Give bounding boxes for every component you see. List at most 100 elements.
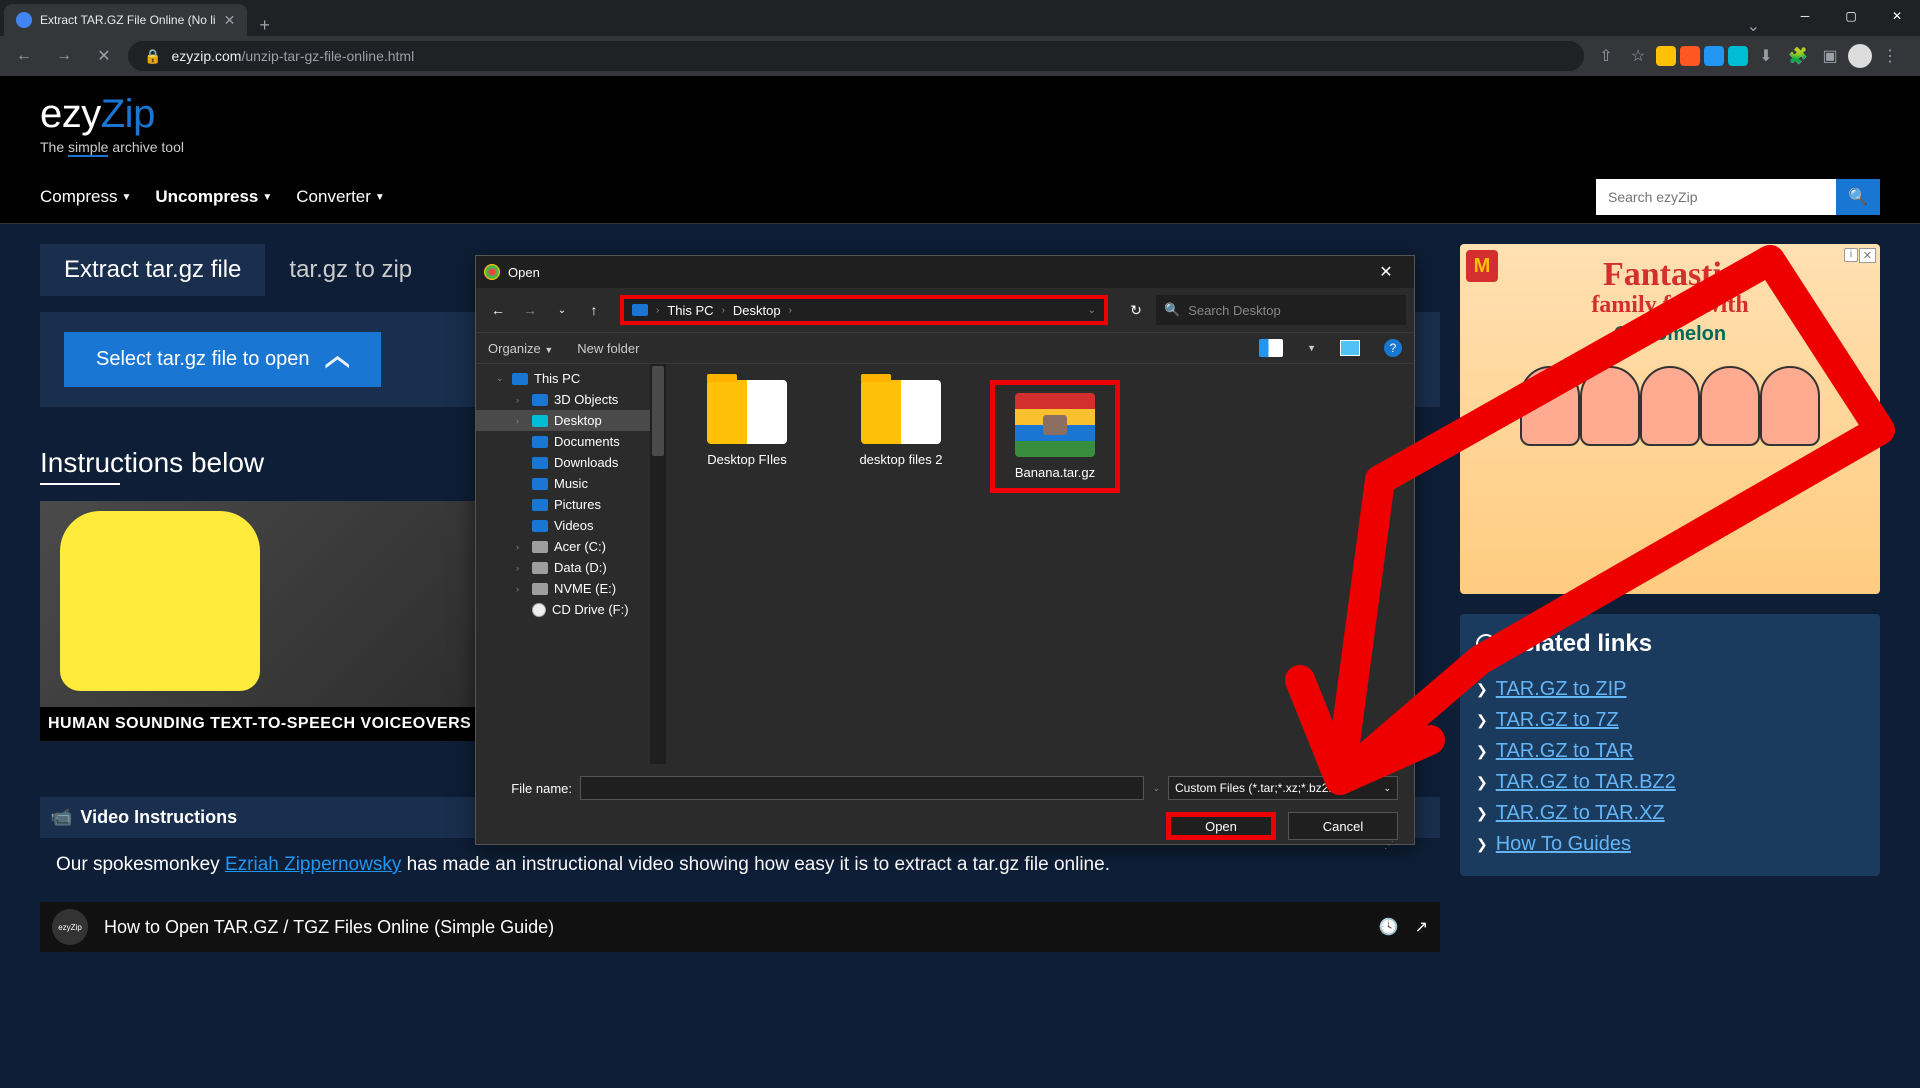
nav-uncompress[interactable]: Uncompress▼ [155,187,272,207]
preview-pane-button[interactable] [1340,340,1360,356]
extension-1-icon[interactable] [1656,46,1676,66]
dialog-back-button[interactable]: ← [484,296,512,324]
file-open-dialog: Open ✕ ← → ⌄ ↑ › This PC › Desktop › ⌄ ↻… [475,255,1415,845]
extension-2-icon[interactable] [1680,46,1700,66]
related-link[interactable]: TAR.GZ to TAR.XZ [1496,802,1665,825]
organize-menu[interactable]: Organize ▼ [488,341,553,356]
dialog-titlebar[interactable]: Open ✕ [476,256,1414,288]
pc-icon [512,373,528,385]
link-icon [1476,634,1496,654]
dialog-close-button[interactable]: ✕ [1366,262,1406,282]
folder-icon [861,380,941,444]
search-button[interactable]: 🔍 [1836,179,1880,215]
tree-scrollbar[interactable] [650,364,666,764]
tree-item[interactable]: Downloads [476,452,666,473]
disk-icon [532,541,548,553]
back-button[interactable]: ← [8,40,40,72]
ad-video-banner[interactable]: HUMAN SOUNDING TEXT-TO-SPEECH VOICEOVERS [40,501,520,741]
chevron-right-icon: ❯ [1476,743,1488,760]
folder-icon [532,520,548,532]
related-link[interactable]: TAR.GZ to TAR [1496,740,1634,763]
upload-icon [325,351,349,369]
share-icon[interactable]: ⇧ [1592,42,1620,70]
refresh-button[interactable]: ↻ [1120,302,1152,319]
sidepanel-icon[interactable]: ▣ [1816,42,1844,70]
minimize-btn[interactable]: ─ [1782,0,1828,32]
breadcrumb-bar[interactable]: › This PC › Desktop › ⌄ [620,295,1108,325]
tree-this-pc[interactable]: ⌄This PC [476,368,666,389]
tree-item[interactable]: Videos [476,515,666,536]
extension-3-icon[interactable] [1704,46,1724,66]
new-tab-button[interactable]: + [247,15,282,36]
file-list[interactable]: Desktop FIles desktop files 2 Banana.tar… [666,364,1414,764]
tree-item[interactable]: Pictures [476,494,666,515]
tab-tozip[interactable]: tar.gz to zip [265,244,436,296]
stop-button[interactable]: ✕ [88,40,120,72]
ad-info-icon[interactable]: i [1844,248,1858,262]
filename-input[interactable] [580,776,1144,800]
dialog-up-button[interactable]: ↑ [580,296,608,324]
tree-item[interactable]: Documents [476,431,666,452]
view-mode-button[interactable] [1259,339,1283,357]
dialog-recent-dropdown[interactable]: ⌄ [548,296,576,324]
watch-later-icon[interactable]: 🕓 [1379,917,1399,937]
tree-item[interactable]: ›Acer (C:) [476,536,666,557]
file-item-folder[interactable]: desktop files 2 [836,380,966,467]
forward-button[interactable]: → [48,40,80,72]
breadcrumb-dropdown-icon[interactable]: ⌄ [1088,305,1096,316]
sidebar-ad[interactable]: M i ✕ Fantastic family fun with CoComelo… [1460,244,1880,594]
disk-icon [532,562,548,574]
related-link[interactable]: TAR.GZ to TAR.BZ2 [1496,771,1676,794]
related-link[interactable]: TAR.GZ to ZIP [1496,678,1627,701]
chevron-right-icon: ❯ [1476,681,1488,698]
dialog-search-input[interactable]: 🔍 Search Desktop [1156,295,1406,325]
star-icon[interactable]: ☆ [1624,42,1652,70]
select-file-button[interactable]: Select tar.gz file to open [64,332,381,387]
tree-item-desktop[interactable]: ›Desktop [476,410,666,431]
menu-icon[interactable]: ⋮ [1876,42,1904,70]
nav-compress[interactable]: Compress▼ [40,187,131,207]
chevron-right-icon: ❯ [1476,774,1488,791]
video-embed[interactable]: ezyZip How to Open TAR.GZ / TGZ Files On… [40,902,1440,952]
tab-extract[interactable]: Extract tar.gz file [40,244,265,296]
related-links-box: Related links ❯TAR.GZ to ZIP ❯TAR.GZ to … [1460,614,1880,876]
related-link[interactable]: TAR.GZ to 7Z [1496,709,1619,732]
tree-item[interactable]: Music [476,473,666,494]
related-link[interactable]: How To Guides [1496,833,1631,856]
browser-tab[interactable]: Extract TAR.GZ File Online (No li ✕ [4,4,247,36]
spokesmonkey-link[interactable]: Ezriah Zippernowsky [225,854,401,875]
new-folder-button[interactable]: New folder [577,341,639,356]
folder-icon [532,457,548,469]
filename-label: File name: [492,781,572,796]
tree-item[interactable]: CD Drive (F:) [476,599,666,620]
file-item-banana-targz[interactable]: Banana.tar.gz [990,380,1120,493]
ad-close-icon[interactable]: ✕ [1859,248,1876,263]
download-icon[interactable]: ⬇ [1752,42,1780,70]
dialog-title: Open [508,265,540,280]
tree-item[interactable]: ›Data (D:) [476,557,666,578]
profile-avatar[interactable] [1848,44,1872,68]
help-icon[interactable]: ? [1384,339,1402,357]
ad-caption: HUMAN SOUNDING TEXT-TO-SPEECH VOICEOVERS [40,707,520,741]
close-window-btn[interactable]: ✕ [1874,0,1920,32]
search-input[interactable] [1596,179,1836,215]
tab-title: Extract TAR.GZ File Online (No li [40,13,216,27]
extension-4-icon[interactable] [1728,46,1748,66]
dialog-forward-button[interactable]: → [516,296,544,324]
tree-item[interactable]: ›3D Objects [476,389,666,410]
tree-item[interactable]: ›NVME (E:) [476,578,666,599]
address-bar[interactable]: 🔒 ezyzip.com/unzip-tar-gz-file-online.ht… [128,41,1584,71]
dialog-open-button[interactable]: Open [1166,812,1276,840]
resize-grip[interactable]: ⋰ [492,840,1398,851]
dialog-cancel-button[interactable]: Cancel [1288,812,1398,840]
nav-converter[interactable]: Converter▼ [296,187,385,207]
close-tab-icon[interactable]: ✕ [224,12,236,29]
share-video-icon[interactable]: ↗ [1415,917,1428,937]
file-item-folder[interactable]: Desktop FIles [682,380,812,467]
file-filter-select[interactable]: Custom Files (*.tar;*.xz;*.bz2...⌄ [1168,776,1398,800]
maximize-btn[interactable]: ▢ [1828,0,1874,32]
chevron-right-icon: ❯ [1476,836,1488,853]
extensions-icon[interactable]: 🧩 [1784,42,1812,70]
ad-person-illustration [60,511,260,691]
site-logo[interactable]: ezyZip The simple archive tool [40,92,184,155]
